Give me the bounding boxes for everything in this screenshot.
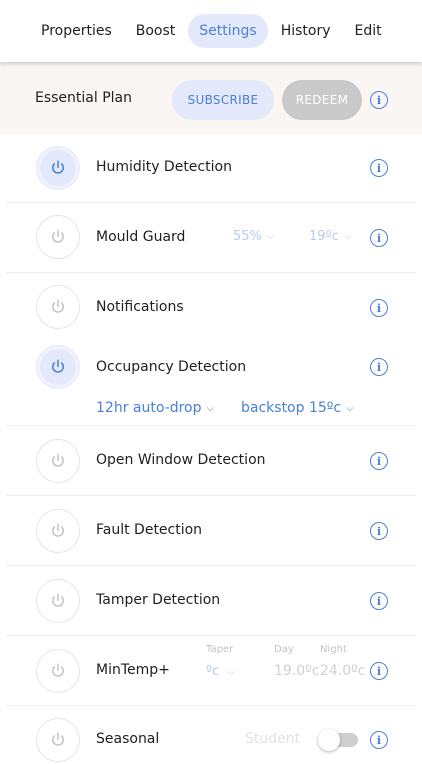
feature-label: Tamper Detection [96, 592, 221, 608]
power-icon [52, 229, 64, 243]
power-toggle-fault[interactable] [36, 509, 80, 553]
taper-label: Taper [206, 644, 234, 655]
feature-label: Notifications [96, 299, 184, 315]
chevron-down-icon: ⌵ [343, 231, 352, 242]
power-toggle-open-window[interactable] [36, 439, 80, 483]
day-label: Day [274, 644, 294, 655]
tab-settings[interactable]: Settings [188, 14, 268, 48]
seasonal-mode-label: Student [245, 731, 301, 747]
power-icon [52, 732, 64, 746]
feature-label: Humidity Detection [96, 159, 232, 175]
mould-humidity-select[interactable]: 55% ⌵ [233, 229, 275, 244]
feature-label: Occupancy Detection [96, 359, 247, 375]
power-icon [52, 663, 64, 677]
feature-label: Mould Guard [96, 229, 186, 245]
power-toggle-seasonal[interactable] [36, 718, 80, 762]
info-icon[interactable]: i [370, 229, 388, 247]
info-icon[interactable]: i [370, 159, 388, 177]
info-icon[interactable]: i [370, 299, 388, 317]
subscribe-button[interactable]: SUBSCRIBE [172, 80, 274, 120]
feature-label: Fault Detection [96, 522, 203, 538]
mould-temp-select[interactable]: 19ºc ⌵ [309, 229, 351, 244]
power-toggle-tamper[interactable] [36, 579, 80, 623]
info-icon[interactable]: i [370, 662, 388, 680]
redeem-button[interactable]: REDEEM [282, 80, 362, 120]
feature-label: Seasonal [96, 731, 160, 747]
night-label: Night [320, 644, 347, 655]
tab-edit[interactable]: Edit [344, 14, 393, 48]
power-toggle-mould-guard[interactable] [36, 215, 80, 259]
power-toggle-notifications[interactable] [36, 285, 80, 329]
power-icon [52, 453, 64, 467]
info-icon[interactable]: i [370, 91, 388, 109]
info-icon[interactable]: i [370, 522, 388, 540]
chevron-down-icon: ⌵ [227, 667, 235, 678]
toggle-knob [318, 729, 340, 751]
feature-label: Open Window Detection [96, 452, 266, 468]
night-value[interactable]: 24.0ºc [320, 663, 365, 679]
chevron-down-icon: ⌵ [206, 403, 215, 414]
power-icon [52, 359, 64, 373]
power-icon [52, 160, 64, 174]
feature-row-notifications: Notifications i [0, 273, 422, 340]
power-toggle-mintemp[interactable] [36, 649, 80, 693]
top-nav: Properties Boost Settings History Edit [0, 0, 422, 62]
day-value[interactable]: 19.0ºc [274, 663, 319, 679]
seasonal-toggle[interactable] [318, 729, 358, 751]
chevron-down-icon: ⌵ [346, 403, 354, 414]
info-icon[interactable]: i [370, 731, 388, 749]
occupancy-backstop-select[interactable]: backstop 15ºc ⌵ [241, 400, 354, 416]
info-icon[interactable]: i [370, 592, 388, 610]
info-icon[interactable]: i [370, 452, 388, 470]
feature-row-humidity: Humidity Detection i [0, 134, 422, 202]
info-icon[interactable]: i [370, 358, 388, 376]
feature-row-fault: Fault Detection i [0, 496, 422, 565]
feature-row-mould-guard: Mould Guard 55% ⌵ 19ºc ⌵ i [0, 203, 422, 272]
plan-bar: Essential Plan SUBSCRIBE REDEEM i [0, 62, 422, 134]
taper-select[interactable]: ºc ⌵ [206, 664, 235, 679]
power-icon [52, 299, 64, 313]
feature-row-tamper: Tamper Detection i [0, 566, 422, 635]
tab-boost[interactable]: Boost [125, 14, 187, 48]
power-toggle-humidity[interactable] [36, 146, 80, 190]
chevron-down-icon: ⌵ [266, 231, 275, 242]
tab-history[interactable]: History [270, 14, 342, 48]
tab-properties[interactable]: Properties [30, 14, 123, 48]
plan-title: Essential Plan [35, 90, 133, 106]
feature-row-occupancy: Occupancy Detection i 12hr auto-drop ⌵ ba… [0, 340, 422, 425]
power-icon [52, 523, 64, 537]
feature-label: MinTemp+ [96, 662, 170, 678]
power-toggle-occupancy[interactable] [36, 345, 80, 389]
feature-row-open-window: Open Window Detection i [0, 426, 422, 495]
power-icon [52, 593, 64, 607]
feature-row-mintemp: MinTemp+ Taper Day Night ºc ⌵ 19.0ºc 24.0… [0, 636, 422, 705]
feature-row-seasonal: Seasonal Student i [0, 706, 422, 764]
occupancy-autodrop-select[interactable]: 12hr auto-drop ⌵ [96, 400, 214, 416]
